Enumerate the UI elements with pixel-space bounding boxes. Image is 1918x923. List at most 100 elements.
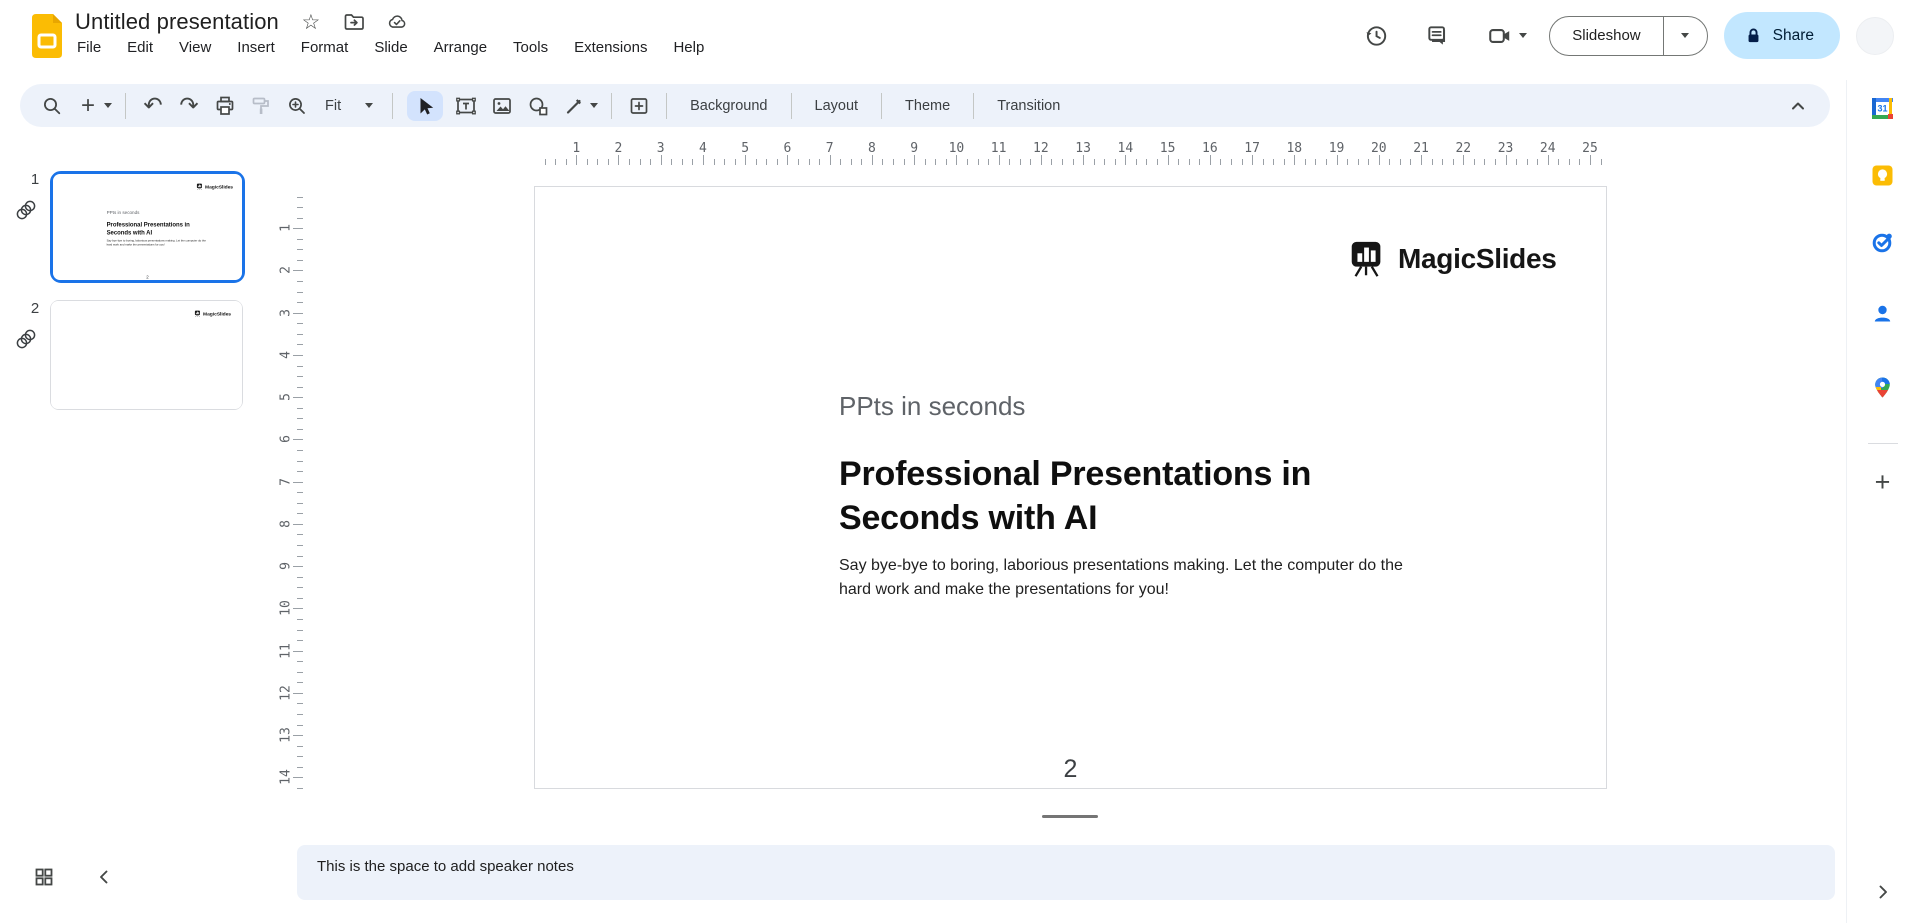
star-icon[interactable]: ☆: [300, 11, 322, 33]
google-keep-icon[interactable]: [1871, 163, 1895, 187]
lock-icon: [1744, 26, 1763, 45]
slide-1-transition-icon[interactable]: [15, 199, 37, 221]
ruler-number: 9: [910, 141, 918, 156]
new-slide-caret[interactable]: [104, 103, 112, 108]
menu-help[interactable]: Help: [660, 35, 717, 60]
undo-icon[interactable]: ↶: [140, 91, 166, 121]
google-calendar-icon[interactable]: 31: [1871, 96, 1895, 120]
menu-file[interactable]: File: [64, 35, 114, 60]
ruler-number: 6: [279, 436, 294, 444]
ruler-number: 22: [1455, 141, 1471, 156]
menu-tools[interactable]: Tools: [500, 35, 561, 60]
meet-camera-icon[interactable]: [1487, 23, 1513, 49]
share-label: Share: [1773, 27, 1814, 45]
slide-canvas[interactable]: MagicSlides PPts in seconds Professional…: [534, 186, 1607, 789]
theme-button[interactable]: Theme: [891, 93, 964, 119]
toolbar-divider: [125, 93, 126, 119]
menu-slide[interactable]: Slide: [361, 35, 420, 60]
ruler-number: 12: [279, 685, 294, 701]
ruler-number: 4: [279, 351, 294, 359]
google-slides-logo-icon[interactable]: [30, 13, 64, 59]
ruler-number: 11: [991, 141, 1007, 156]
magicslides-logo-icon: [1346, 239, 1388, 279]
account-avatar[interactable]: [1856, 17, 1894, 55]
ruler-number: 3: [657, 141, 665, 156]
side-panel: 31 +: [1846, 80, 1918, 923]
menu-arrange[interactable]: Arrange: [421, 35, 500, 60]
slide-page-number[interactable]: 2: [535, 755, 1606, 784]
zoom-caret: [365, 103, 373, 108]
ruler-number: 13: [1075, 141, 1091, 156]
insert-placeholder-icon[interactable]: [626, 91, 652, 121]
print-icon[interactable]: [212, 91, 238, 121]
toolbar-divider: [666, 93, 667, 119]
transition-button[interactable]: Transition: [983, 93, 1074, 119]
hide-menus-icon[interactable]: [1785, 91, 1811, 121]
insert-shape-icon[interactable]: [525, 91, 551, 121]
slide-thumbnail-1[interactable]: MagicSlides PPts in seconds Professional…: [50, 171, 245, 283]
ruler-number: 10: [949, 141, 965, 156]
move-folder-icon[interactable]: [343, 11, 365, 33]
ruler-number: 2: [615, 141, 623, 156]
paint-format-icon[interactable]: [248, 91, 274, 121]
ruler-number: 9: [279, 562, 294, 570]
document-title[interactable]: Untitled presentation: [75, 9, 279, 35]
zoom-select[interactable]: Fit: [315, 98, 383, 114]
google-tasks-icon[interactable]: [1871, 230, 1895, 254]
ruler-number: 14: [279, 770, 294, 786]
comments-icon[interactable]: [1425, 23, 1451, 49]
slide-thumbnail-2[interactable]: MagicSlides: [50, 300, 243, 410]
get-add-ons-icon[interactable]: +: [1871, 470, 1895, 494]
slide-title-text[interactable]: Professional Presentations in Seconds wi…: [839, 453, 1351, 540]
ruler-number: 3: [279, 309, 294, 317]
show-side-panel-icon[interactable]: [1871, 880, 1895, 904]
ruler-number: 14: [1118, 141, 1134, 156]
ruler-number: 10: [279, 601, 294, 617]
collapse-filmstrip-icon[interactable]: [90, 863, 118, 891]
slideshow-options-caret[interactable]: [1663, 17, 1707, 55]
version-history-icon[interactable]: [1363, 23, 1389, 49]
menu-extensions[interactable]: Extensions: [561, 35, 660, 60]
menu-view[interactable]: View: [166, 35, 224, 60]
insert-line-icon[interactable]: [561, 91, 587, 121]
redo-icon[interactable]: ↷: [176, 91, 202, 121]
camera-dropdown-caret[interactable]: [1519, 33, 1527, 38]
brand-name: MagicSlides: [1398, 243, 1557, 275]
slide-2-transition-icon[interactable]: [15, 328, 37, 350]
share-button[interactable]: Share: [1724, 12, 1840, 59]
text-box-icon[interactable]: [453, 91, 479, 121]
slide-brand-logo[interactable]: MagicSlides: [1346, 239, 1557, 279]
zoom-in-icon[interactable]: [284, 91, 310, 121]
slideshow-button[interactable]: Slideshow: [1550, 17, 1662, 55]
google-maps-icon[interactable]: [1871, 375, 1895, 399]
google-slides-app: Untitled presentation ☆ File Edit View I…: [0, 0, 1918, 923]
new-slide-button[interactable]: +: [75, 91, 101, 121]
cloud-saved-icon[interactable]: [386, 11, 408, 33]
background-button[interactable]: Background: [676, 93, 781, 119]
ruler-number: 7: [279, 478, 294, 486]
search-menus-icon[interactable]: [39, 91, 65, 121]
ruler-number: 16: [1202, 141, 1218, 156]
slide-kicker-text[interactable]: PPts in seconds: [839, 391, 1025, 422]
grid-view-icon[interactable]: [30, 863, 58, 891]
menu-edit[interactable]: Edit: [114, 35, 166, 60]
toolbar-divider: [881, 93, 882, 119]
ruler-number: 17: [1244, 141, 1260, 156]
notes-resize-handle[interactable]: [1042, 815, 1098, 818]
google-contacts-icon[interactable]: [1871, 301, 1895, 325]
ruler-number: 18: [1286, 141, 1302, 156]
slide-body-text[interactable]: Say bye-bye to boring, laborious present…: [839, 554, 1431, 602]
layout-button[interactable]: Layout: [801, 93, 873, 119]
title-row: Untitled presentation ☆: [75, 9, 408, 35]
ruler-number: 19: [1329, 141, 1345, 156]
zoom-value: Fit: [325, 98, 341, 114]
insert-image-icon[interactable]: [489, 91, 515, 121]
select-tool-icon[interactable]: [407, 91, 443, 121]
speaker-notes-input[interactable]: This is the space to add speaker notes: [297, 845, 1835, 900]
line-options-caret[interactable]: [590, 103, 598, 108]
ruler-number: 20: [1371, 141, 1387, 156]
speaker-notes-text: This is the space to add speaker notes: [317, 858, 1815, 875]
ruler-number: 6: [784, 141, 792, 156]
menu-insert[interactable]: Insert: [224, 35, 288, 60]
menu-format[interactable]: Format: [288, 35, 362, 60]
